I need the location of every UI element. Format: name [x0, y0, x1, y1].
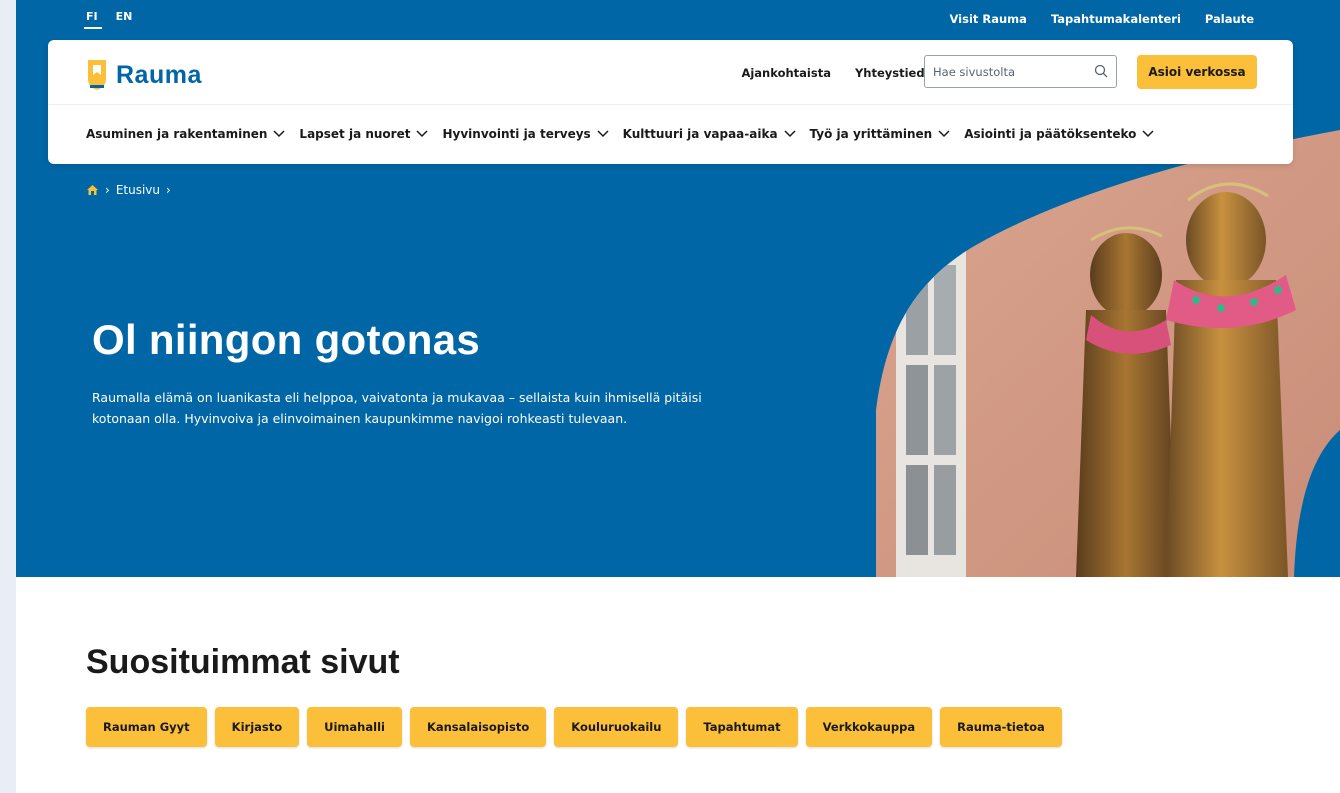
feedback-link[interactable]: Palaute	[1205, 12, 1254, 26]
chevron-down-icon	[1142, 130, 1154, 138]
nav-label: Asuminen ja rakentaminen	[86, 127, 268, 141]
chevron-down-icon	[273, 130, 285, 138]
main-navigation: Asuminen ja rakentaminen Lapset ja nuore…	[86, 127, 1154, 141]
popular-link-kansalaisopisto[interactable]: Kansalaisopisto	[409, 707, 547, 747]
chevron-down-icon	[416, 130, 428, 138]
visit-rauma-link[interactable]: Visit Rauma	[949, 12, 1026, 26]
rauma-logo-icon	[88, 60, 106, 90]
nav-culture-leisure[interactable]: Kulttuuri ja vapaa-aika	[623, 127, 796, 141]
nav-label: Työ ja yrittäminen	[809, 127, 933, 141]
hero-section: FI EN Visit Rauma Tapahtumakalenteri Pal…	[16, 0, 1340, 577]
nav-label: Lapset ja nuoret	[299, 127, 411, 141]
breadcrumb-home-link[interactable]: Etusivu	[116, 183, 160, 197]
rauma-logo[interactable]: Rauma	[86, 59, 202, 91]
utility-links: Visit Rauma Tapahtumakalenteri Palaute	[949, 12, 1254, 26]
lang-en[interactable]: EN	[116, 8, 133, 29]
header-divider	[48, 104, 1293, 105]
popular-link-kouluruokailu[interactable]: Kouluruokailu	[554, 707, 679, 747]
lang-fi[interactable]: FI	[84, 8, 102, 29]
event-calendar-link[interactable]: Tapahtumakalenteri	[1051, 12, 1181, 26]
chevron-down-icon	[597, 130, 609, 138]
chevron-down-icon	[938, 130, 950, 138]
popular-link-verkkokauppa[interactable]: Verkkokauppa	[805, 707, 933, 747]
search-input[interactable]	[925, 56, 1093, 87]
nav-label: Asiointi ja päätöksenteko	[964, 127, 1137, 141]
nav-label: Hyvinvointi ja terveys	[442, 127, 591, 141]
hero-image	[876, 130, 1340, 577]
breadcrumb-separator: ›	[105, 183, 110, 197]
chevron-down-icon	[784, 130, 796, 138]
nav-housing[interactable]: Asuminen ja rakentaminen	[86, 127, 285, 141]
breadcrumb-separator: ›	[166, 183, 171, 197]
online-services-button[interactable]: Asioi verkossa	[1137, 55, 1257, 89]
popular-link-rauman-gyyt[interactable]: Rauman Gyyt	[86, 707, 207, 747]
popular-link-kirjasto[interactable]: Kirjasto	[214, 707, 300, 747]
nav-work-business[interactable]: Työ ja yrittäminen	[810, 127, 951, 141]
rauma-logo-text: Rauma	[116, 60, 202, 89]
breadcrumb: › Etusivu ›	[86, 183, 171, 197]
page: FI EN Visit Rauma Tapahtumakalenteri Pal…	[16, 0, 1340, 793]
nav-health[interactable]: Hyvinvointi ja terveys	[442, 127, 609, 141]
hero-description: Raumalla elämä on luanikasta eli helppoa…	[92, 390, 702, 426]
search-icon[interactable]	[1094, 64, 1108, 78]
header-links: Ajankohtaista Yhteystiedot	[741, 66, 938, 80]
language-switch: FI EN	[84, 8, 132, 29]
nav-label: Kulttuuri ja vapaa-aika	[622, 127, 778, 141]
home-icon[interactable]	[86, 184, 99, 196]
hero-title: Ol niingon gotonas	[92, 316, 481, 363]
popular-pages-list: Rauman Gyyt Kirjasto Uimahalli Kansalais…	[86, 707, 1062, 747]
nav-services-decisions[interactable]: Asiointi ja päätöksenteko	[964, 127, 1154, 141]
news-link[interactable]: Ajankohtaista	[741, 66, 831, 80]
popular-link-rauma-tietoa[interactable]: Rauma-tietoa	[940, 707, 1062, 747]
popular-link-uimahalli[interactable]: Uimahalli	[307, 707, 402, 747]
popular-pages-title: Suosituimmat sivut	[86, 643, 400, 681]
search-box	[924, 55, 1117, 88]
header-card: Rauma Ajankohtaista Yhteystiedot Asioi v…	[48, 40, 1293, 164]
popular-link-tapahtumat[interactable]: Tapahtumat	[686, 707, 798, 747]
nav-children-youth[interactable]: Lapset ja nuoret	[299, 127, 428, 141]
